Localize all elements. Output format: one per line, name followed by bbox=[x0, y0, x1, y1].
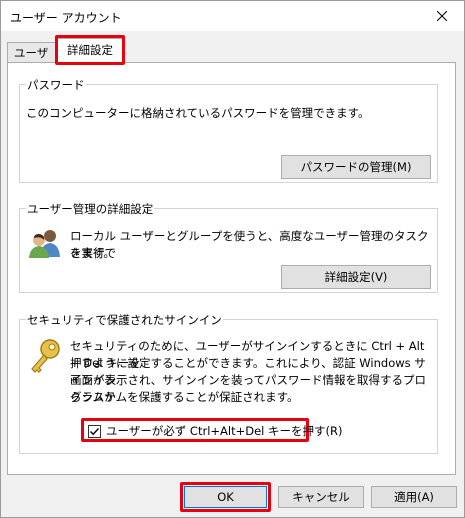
close-button[interactable] bbox=[420, 1, 464, 31]
title-bar[interactable]: ユーザー アカウント bbox=[1, 1, 464, 31]
user-management-group-label: ユーザー管理の詳細設定 bbox=[26, 201, 155, 217]
require-ctrl-alt-del-checkbox[interactable] bbox=[88, 425, 101, 438]
window-title: ユーザー アカウント bbox=[10, 11, 122, 25]
cancel-button[interactable]: キャンセル bbox=[278, 486, 364, 508]
user-accounts-dialog: ユーザー アカウント ユーザー 詳細設定 パスワード このコンピューターに格納さ… bbox=[0, 0, 465, 518]
apply-button[interactable]: 適用(A) bbox=[371, 486, 457, 508]
close-icon bbox=[437, 11, 447, 21]
require-ctrl-alt-del-option[interactable]: ユーザーが必ず Ctrl+Alt+Del キーを押す(R) bbox=[81, 418, 342, 442]
secure-signin-description-line4: らシステムを保護することが保証されます。 bbox=[70, 390, 299, 404]
user-management-description-line1: ローカル ユーザーとグループを使うと、高度なユーザー管理のタスクを実行で bbox=[70, 229, 429, 260]
user-management-group: ユーザー管理の詳細設定 ローカル ユーザーとグループを使うと、高度なユーザー管理… bbox=[19, 201, 438, 293]
secure-signin-group-label: セキュリティで保護されたサインイン bbox=[26, 312, 223, 328]
advanced-tab-panel: パスワード このコンピューターに格納されているパスワードを管理できます。 パスワ… bbox=[7, 62, 456, 475]
tab-advanced[interactable]: 詳細設定 bbox=[56, 38, 124, 64]
checkmark-icon bbox=[90, 428, 100, 436]
require-ctrl-alt-del-label: ユーザーが必ず Ctrl+Alt+Del キーを押す(R) bbox=[106, 424, 343, 438]
password-description: このコンピューターに格納されているパスワードを管理できます。 bbox=[26, 106, 370, 120]
user-management-description-line2: きます。 bbox=[70, 246, 115, 260]
advanced-settings-button[interactable]: 詳細設定(V) bbox=[281, 265, 431, 289]
key-icon bbox=[28, 338, 62, 376]
password-group-label: パスワード bbox=[26, 77, 86, 93]
password-group: パスワード このコンピューターに格納されているパスワードを管理できます。 パスワ… bbox=[19, 77, 438, 183]
ok-button[interactable]: OK bbox=[184, 486, 267, 508]
manage-passwords-button[interactable]: パスワードの管理(M) bbox=[281, 155, 431, 179]
users-group-icon bbox=[28, 227, 62, 259]
tab-user[interactable]: ユーザー bbox=[7, 42, 57, 81]
